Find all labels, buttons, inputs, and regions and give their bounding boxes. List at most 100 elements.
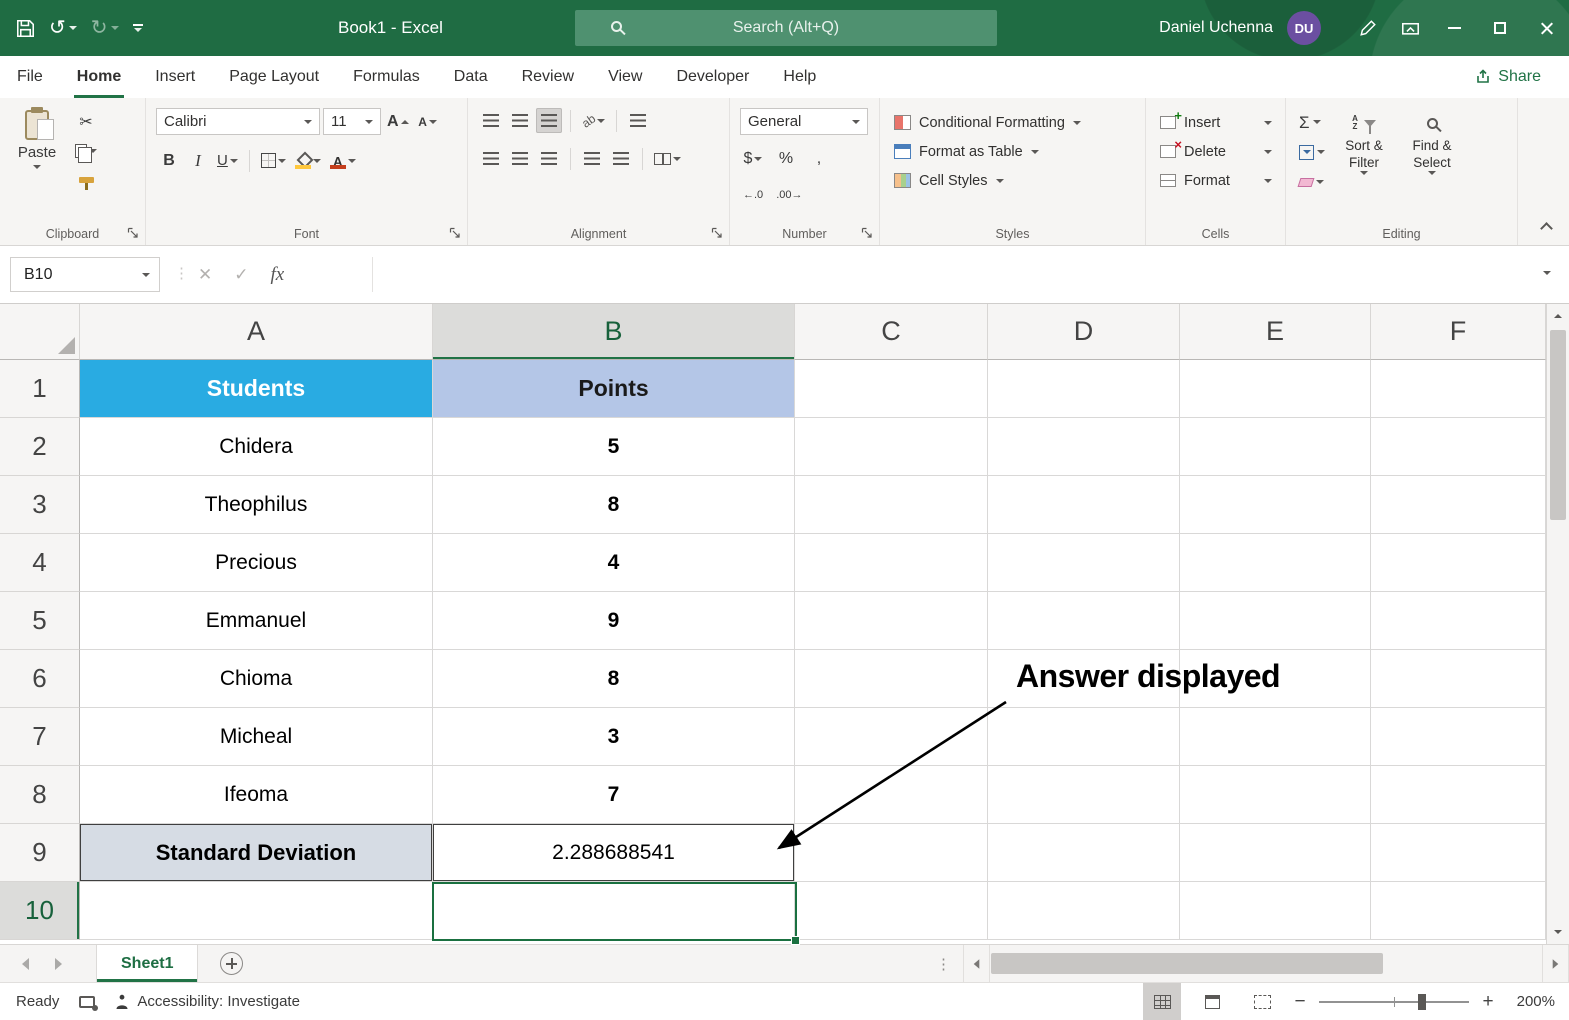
row-header-7[interactable]: 7 bbox=[0, 708, 80, 766]
decrease-decimal-button[interactable]: .00→ bbox=[773, 182, 805, 207]
cell-b9[interactable]: 2.288688541 bbox=[433, 824, 795, 882]
cut-button[interactable]: ✂ bbox=[72, 110, 100, 135]
cell-f1[interactable] bbox=[1371, 360, 1546, 418]
tab-review[interactable]: Review bbox=[505, 56, 591, 98]
fill-handle[interactable] bbox=[791, 936, 800, 945]
column-header-e[interactable]: E bbox=[1180, 304, 1371, 360]
decrease-font-size-button[interactable] bbox=[415, 109, 441, 134]
cell-e1[interactable] bbox=[1180, 360, 1371, 418]
scroll-up-button[interactable] bbox=[1547, 304, 1569, 328]
scroll-right-button[interactable] bbox=[1542, 945, 1569, 982]
cell-d3[interactable] bbox=[988, 476, 1180, 534]
cell-c3[interactable] bbox=[795, 476, 988, 534]
cell-e5[interactable] bbox=[1180, 592, 1371, 650]
redo-button[interactable]: ↻ bbox=[91, 18, 119, 38]
select-all-button[interactable] bbox=[0, 304, 80, 360]
cell-b1[interactable]: Points bbox=[433, 360, 795, 418]
sort-filter-button[interactable]: Sort & Filter bbox=[1332, 108, 1396, 221]
zoom-slider[interactable] bbox=[1319, 993, 1469, 1010]
cell-b7[interactable]: 3 bbox=[433, 708, 795, 766]
decrease-indent-button[interactable] bbox=[579, 146, 605, 171]
scroll-down-button[interactable] bbox=[1547, 920, 1569, 944]
cell-d2[interactable] bbox=[988, 418, 1180, 476]
cell-f4[interactable] bbox=[1371, 534, 1546, 592]
horizontal-scrollbar[interactable] bbox=[963, 945, 1569, 982]
font-color-button[interactable] bbox=[327, 148, 359, 173]
paste-button[interactable]: Paste bbox=[10, 108, 64, 191]
fill-button[interactable] bbox=[1296, 140, 1328, 164]
increase-font-size-button[interactable] bbox=[384, 109, 412, 134]
font-name-select[interactable]: Calibri bbox=[156, 108, 320, 135]
cell-c5[interactable] bbox=[795, 592, 988, 650]
tab-page-layout[interactable]: Page Layout bbox=[212, 56, 336, 98]
row-header-3[interactable]: 3 bbox=[0, 476, 80, 534]
cell-f9[interactable] bbox=[1371, 824, 1546, 882]
align-right-button[interactable] bbox=[536, 146, 562, 171]
cell-d4[interactable] bbox=[988, 534, 1180, 592]
view-normal-button[interactable] bbox=[1143, 983, 1181, 1020]
alignment-dialog-launcher[interactable] bbox=[711, 227, 723, 239]
cell-a1[interactable]: Students bbox=[80, 360, 433, 418]
new-sheet-button[interactable] bbox=[220, 952, 244, 975]
cell-e4[interactable] bbox=[1180, 534, 1371, 592]
tab-developer[interactable]: Developer bbox=[659, 56, 766, 98]
row-header-2[interactable]: 2 bbox=[0, 418, 80, 476]
cell-d9[interactable] bbox=[988, 824, 1180, 882]
cell-e9[interactable] bbox=[1180, 824, 1371, 882]
font-dialog-launcher[interactable] bbox=[449, 227, 461, 239]
enter-button[interactable]: ✓ bbox=[234, 265, 248, 285]
cell-a4[interactable]: Precious bbox=[80, 534, 433, 592]
user-name[interactable]: Daniel Uchenna bbox=[1159, 19, 1273, 37]
expand-formula-bar-icon[interactable] bbox=[1543, 271, 1551, 275]
accessibility-status[interactable]: Accessibility: Investigate bbox=[115, 993, 300, 1010]
cell-b4[interactable]: 4 bbox=[433, 534, 795, 592]
search-input[interactable] bbox=[575, 10, 997, 46]
tab-formulas[interactable]: Formulas bbox=[336, 56, 437, 98]
vertical-scroll-thumb[interactable] bbox=[1550, 330, 1566, 520]
increase-decimal-button[interactable]: ←.0 bbox=[740, 182, 766, 207]
cell-d8[interactable] bbox=[988, 766, 1180, 824]
tab-insert[interactable]: Insert bbox=[138, 56, 212, 98]
accounting-format-button[interactable]: $ bbox=[740, 146, 766, 171]
insert-function-button[interactable]: fx bbox=[271, 264, 285, 286]
macro-record-icon[interactable] bbox=[79, 995, 99, 1011]
close-button[interactable] bbox=[1523, 0, 1569, 56]
wrap-text-button[interactable] bbox=[625, 108, 651, 133]
tab-file[interactable]: File bbox=[0, 56, 60, 98]
cell-a8[interactable]: Ifeoma bbox=[80, 766, 433, 824]
view-page-layout-button[interactable] bbox=[1193, 983, 1231, 1020]
column-header-d[interactable]: D bbox=[988, 304, 1180, 360]
merge-center-button[interactable] bbox=[651, 146, 684, 171]
cell-f7[interactable] bbox=[1371, 708, 1546, 766]
column-header-a[interactable]: A bbox=[80, 304, 433, 360]
name-box[interactable]: B10 bbox=[10, 257, 160, 292]
view-page-break-button[interactable] bbox=[1243, 983, 1281, 1020]
cell-a2[interactable]: Chidera bbox=[80, 418, 433, 476]
cell-b3[interactable]: 8 bbox=[433, 476, 795, 534]
row-header-8[interactable]: 8 bbox=[0, 766, 80, 824]
font-size-select[interactable]: 11 bbox=[323, 108, 381, 135]
cell-f8[interactable] bbox=[1371, 766, 1546, 824]
zoom-out-button[interactable]: − bbox=[1293, 992, 1307, 1011]
cell-a10[interactable] bbox=[80, 882, 433, 940]
find-select-button[interactable]: Find & Select bbox=[1400, 108, 1464, 221]
horizontal-scroll-thumb[interactable] bbox=[991, 953, 1383, 974]
customize-quick-access-button[interactable] bbox=[132, 24, 143, 32]
row-header-4[interactable]: 4 bbox=[0, 534, 80, 592]
tab-help[interactable]: Help bbox=[766, 56, 833, 98]
fill-color-button[interactable] bbox=[292, 148, 324, 173]
cell-e10[interactable] bbox=[1180, 882, 1371, 940]
tab-splitter-icon[interactable] bbox=[936, 955, 951, 973]
cell-c8[interactable] bbox=[795, 766, 988, 824]
copy-button[interactable] bbox=[72, 138, 100, 163]
cell-c10[interactable] bbox=[795, 882, 988, 940]
pen-button[interactable] bbox=[1347, 0, 1389, 56]
column-header-c[interactable]: C bbox=[795, 304, 988, 360]
tab-view[interactable]: View bbox=[591, 56, 659, 98]
align-center-button[interactable] bbox=[507, 146, 533, 171]
cell-c6[interactable] bbox=[795, 650, 988, 708]
italic-button[interactable]: I bbox=[185, 148, 211, 173]
cell-c9[interactable] bbox=[795, 824, 988, 882]
scroll-left-button[interactable] bbox=[963, 945, 990, 982]
comma-style-button[interactable]: , bbox=[806, 146, 832, 171]
